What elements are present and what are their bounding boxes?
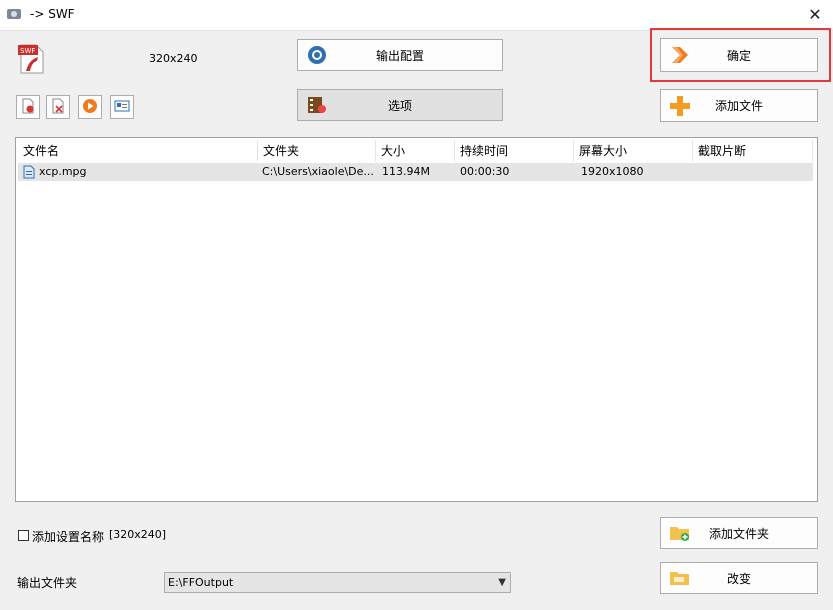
resolution-label: 320x240: [149, 52, 198, 65]
title-bar: -> SWF ✕: [0, 0, 833, 30]
output-folder-select[interactable]: E:\FFOutput ▼: [164, 572, 511, 593]
file-list[interactable]: 文件名 文件夹 大小 持续时间 屏幕大小 截取片断 xcp.mpg C:\Use…: [15, 137, 818, 502]
cell-clip: [699, 163, 811, 181]
chevron-down-icon: ▼: [498, 577, 506, 588]
add-file-label: 添加文件: [714, 99, 763, 113]
settings-gear-icon: [306, 44, 328, 66]
play-icon: [82, 98, 98, 117]
film-icon: [306, 94, 328, 116]
options-label: 选项: [387, 98, 412, 113]
column-header-filename[interactable]: 文件名: [18, 140, 258, 162]
video-file-icon: [23, 163, 37, 181]
add-setting-name-value: [320x240]: [109, 528, 167, 541]
column-header-folder[interactable]: 文件夹: [258, 140, 376, 162]
remove-file-icon: [20, 98, 36, 117]
add-setting-name-label: 添加设置名称: [32, 530, 105, 544]
remove-item-button[interactable]: [16, 95, 40, 119]
output-folder-label: 输出文件夹: [17, 576, 78, 590]
folder-icon: [669, 567, 691, 589]
output-folder-value: E:\FFOutput: [168, 576, 234, 589]
window-title: -> SWF: [30, 7, 75, 21]
plus-icon: [669, 95, 691, 117]
cell-duration: 00:00:30: [460, 165, 510, 178]
cell-screen-size: 1920x1080: [581, 165, 644, 178]
output-config-label: 输出配置: [375, 48, 424, 63]
column-header-duration[interactable]: 持续时间: [455, 140, 574, 162]
play-button[interactable]: [78, 95, 102, 119]
info-card-icon: [114, 98, 130, 117]
output-config-button[interactable]: 输出配置: [297, 39, 503, 71]
close-button[interactable]: ✕: [803, 4, 827, 26]
table-row[interactable]: xcp.mpg C:\Users\xiaole\De... 113.94M 00…: [18, 163, 813, 181]
folder-add-icon: [669, 522, 691, 544]
add-setting-name-checkbox[interactable]: [18, 530, 29, 541]
column-header-clip[interactable]: 截取片断: [693, 140, 813, 162]
change-folder-button[interactable]: 改变: [660, 562, 818, 594]
add-folder-button[interactable]: 添加文件夹: [660, 517, 818, 549]
media-info-button[interactable]: [110, 95, 134, 119]
clear-list-button[interactable]: [46, 95, 70, 119]
cell-size: 113.94M: [382, 165, 430, 178]
column-header-size[interactable]: 大小: [376, 140, 455, 162]
add-folder-label: 添加文件夹: [708, 526, 769, 541]
highlight-box: [650, 28, 831, 82]
svg-text:SWF: SWF: [20, 47, 35, 55]
options-button[interactable]: 选项: [297, 89, 503, 121]
change-label: 改变: [726, 571, 751, 586]
app-icon: [6, 6, 22, 22]
cell-filename: xcp.mpg: [39, 165, 87, 178]
swf-format-icon: SWF: [16, 43, 46, 75]
delete-file-icon: [50, 98, 66, 117]
column-header-screen-size[interactable]: 屏幕大小: [574, 140, 693, 162]
cell-folder: C:\Users\xiaole\De...: [262, 165, 374, 178]
add-file-button[interactable]: 添加文件: [660, 89, 818, 122]
